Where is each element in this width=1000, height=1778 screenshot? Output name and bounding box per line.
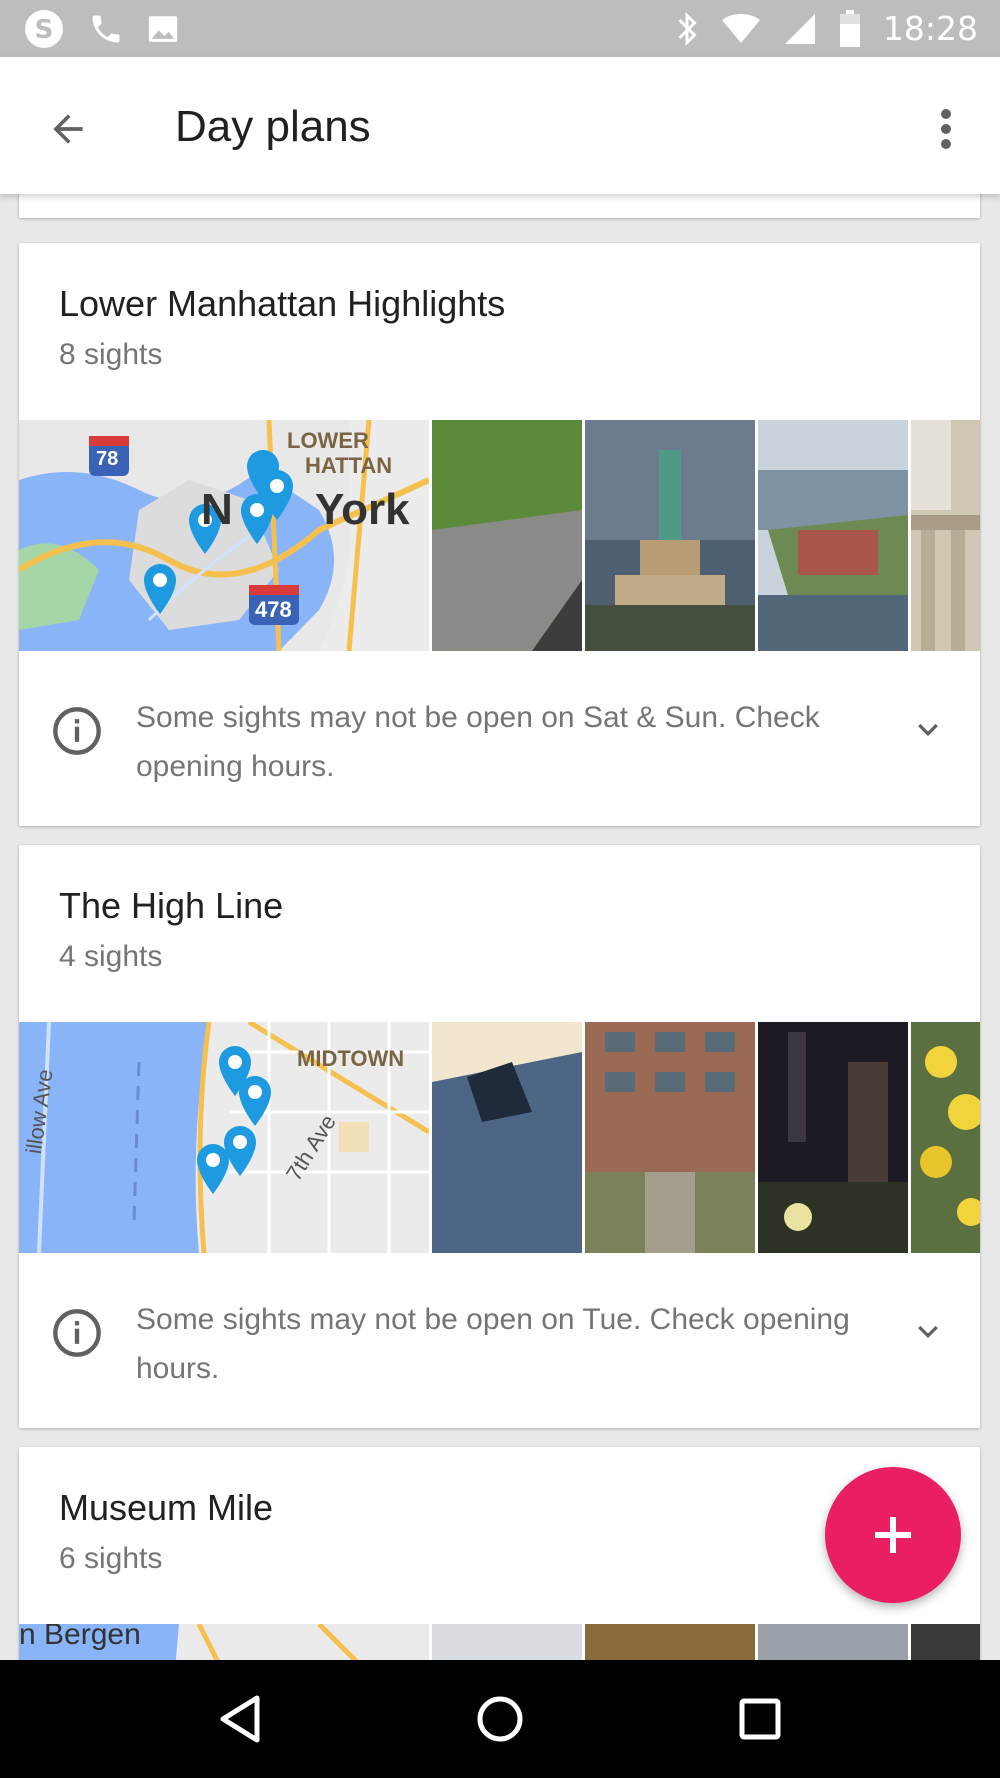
wifi-icon: [721, 13, 761, 45]
map-label: York: [315, 485, 410, 534]
arrow-back-icon: [53, 114, 83, 144]
sight-photo[interactable]: [758, 1022, 908, 1253]
sight-photo[interactable]: [432, 1624, 582, 1660]
route-map[interactable]: n Bergen: [19, 1624, 429, 1660]
sight-photo[interactable]: [911, 1022, 980, 1253]
previous-plan-card[interactable]: [19, 194, 980, 218]
plan-media-strip[interactable]: n Bergen: [19, 1624, 980, 1660]
route-map[interactable]: LOWER HATTAN N York 78 478: [19, 420, 429, 651]
notice-text: Some sights may not be open on Tue. Chec…: [136, 1303, 850, 1385]
status-time: 18:28: [882, 9, 978, 48]
map-label: MIDTOWN: [297, 1046, 405, 1071]
signal-icon: [783, 12, 817, 46]
plus-icon: [875, 1517, 911, 1553]
plan-media-strip[interactable]: MIDTOWN 7th Ave illow Ave: [19, 1022, 980, 1253]
back-button[interactable]: [36, 97, 100, 161]
circle-home-icon: [477, 1696, 523, 1742]
map-label: LOWER: [287, 428, 369, 453]
expand-button[interactable]: [906, 708, 950, 752]
sight-photo[interactable]: [585, 1624, 755, 1660]
map-label: n Bergen: [19, 1624, 141, 1651]
system-nav-bar: [0, 1660, 1000, 1778]
map-label: 78: [96, 448, 119, 470]
nav-home-button[interactable]: [455, 1674, 545, 1764]
plan-card-high-line[interactable]: The High Line 4 sights MIDTOWN 7th Ave i…: [19, 845, 980, 1428]
map-label: HATTAN: [305, 453, 393, 478]
chevron-down-icon: [918, 1325, 938, 1339]
more-options-button[interactable]: [918, 97, 974, 161]
map-label: 478: [255, 597, 292, 622]
day-plans-list[interactable]: Lower Manhattan Highlights 8 sights LOWE…: [0, 194, 1000, 1660]
notice-text: Some sights may not be open on Sat & Sun…: [136, 701, 820, 783]
bluetooth-icon: [675, 11, 699, 47]
status-bar: S 18:28: [0, 0, 1000, 57]
plan-title: The High Line: [59, 885, 284, 926]
phone-icon: [88, 11, 124, 47]
sight-photo[interactable]: [758, 1624, 908, 1660]
sight-photo[interactable]: [432, 1022, 582, 1253]
opening-hours-notice[interactable]: Some sights may not be open on Tue. Chec…: [19, 1255, 980, 1405]
plan-title: Museum Mile: [59, 1487, 274, 1528]
chevron-down-icon: [918, 723, 938, 737]
sight-photo[interactable]: [911, 420, 980, 651]
plan-sight-count: 4 sights: [59, 940, 163, 973]
expand-button[interactable]: [906, 1310, 950, 1354]
app-bar: Day plans: [0, 57, 1000, 194]
svg-text:S: S: [35, 15, 54, 45]
sight-photo[interactable]: [432, 420, 582, 651]
plan-card-lower-manhattan[interactable]: Lower Manhattan Highlights 8 sights LOWE…: [19, 243, 980, 826]
nav-back-button[interactable]: [195, 1674, 285, 1764]
sight-photo[interactable]: [585, 1022, 755, 1253]
page-title: Day plans: [175, 102, 371, 151]
plan-sight-count: 6 sights: [59, 1542, 163, 1575]
info-icon: [53, 1309, 101, 1357]
plan-title: Lower Manhattan Highlights: [59, 283, 506, 324]
plan-media-strip[interactable]: LOWER HATTAN N York 78 478: [19, 420, 980, 651]
opening-hours-notice[interactable]: Some sights may not be open on Sat & Sun…: [19, 653, 980, 803]
route-map[interactable]: MIDTOWN 7th Ave illow Ave: [19, 1022, 429, 1253]
map-label: N: [201, 485, 233, 534]
image-icon: [146, 12, 180, 46]
sight-photo[interactable]: [911, 1624, 980, 1660]
sight-photo[interactable]: [585, 420, 755, 651]
plan-sight-count: 8 sights: [59, 338, 163, 371]
skype-icon: S: [22, 7, 66, 51]
square-recents-icon: [739, 1698, 781, 1740]
battery-icon: [839, 9, 861, 48]
info-icon: [53, 707, 101, 755]
more-vert-icon: [941, 109, 951, 149]
add-plan-button[interactable]: [825, 1467, 961, 1603]
nav-recents-button[interactable]: [715, 1674, 805, 1764]
sight-photo[interactable]: [758, 420, 908, 651]
triangle-back-icon: [220, 1695, 260, 1743]
